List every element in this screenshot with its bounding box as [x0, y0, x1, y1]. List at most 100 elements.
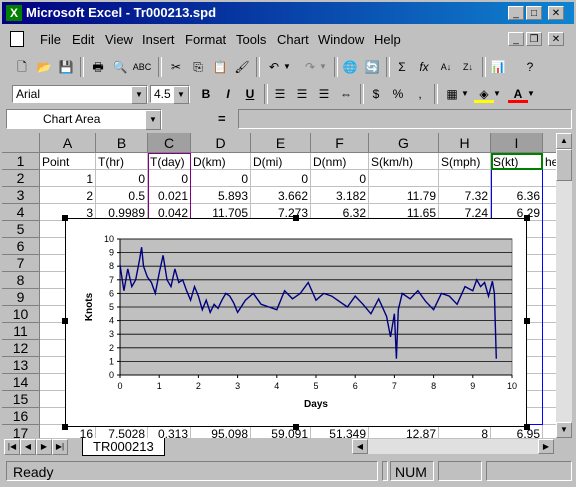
- row-header[interactable]: 3: [2, 187, 40, 204]
- embedded-chart[interactable]: 0 1 2 3 4 5 6 7 8 9 10 0 1 2 3 4 5 6 7 8 9 10 Days Knots: [65, 218, 527, 427]
- undo-dropdown-icon[interactable]: ▼: [282, 57, 292, 77]
- cell[interactable]: [491, 170, 543, 187]
- formula-input[interactable]: [238, 109, 572, 129]
- cell[interactable]: 63: [543, 289, 556, 306]
- cell[interactable]: 6.36: [491, 187, 543, 204]
- print-preview-icon[interactable]: 🔍: [110, 57, 130, 77]
- document-icon[interactable]: [10, 31, 24, 47]
- cell[interactable]: 3.182: [311, 187, 369, 204]
- cell[interactable]: 64: [543, 391, 556, 408]
- row-header[interactable]: 13: [2, 357, 40, 374]
- resize-handle[interactable]: [62, 424, 68, 430]
- cell[interactable]: 63: [543, 425, 556, 438]
- open-icon[interactable]: 📂: [34, 57, 54, 77]
- scroll-left-icon[interactable]: ◀: [352, 439, 368, 454]
- row-header[interactable]: 15: [2, 391, 40, 408]
- align-center-icon[interactable]: ☰: [292, 84, 312, 104]
- cell[interactable]: 62: [543, 204, 556, 221]
- formula-equals-button[interactable]: =: [218, 111, 226, 126]
- cell[interactable]: 57: [543, 221, 556, 238]
- menu-file[interactable]: File: [40, 32, 61, 47]
- menu-format[interactable]: Format: [185, 32, 226, 47]
- menu-tools[interactable]: Tools: [236, 32, 266, 47]
- horizontal-scrollbar[interactable]: ◀ ▶: [352, 439, 554, 454]
- cell[interactable]: T(hr): [96, 153, 148, 170]
- cell[interactable]: 0.021: [148, 187, 191, 204]
- cell[interactable]: head(de: [543, 153, 556, 170]
- undo-icon[interactable]: ↶: [264, 57, 284, 77]
- bold-button[interactable]: B: [196, 84, 216, 104]
- column-header-c[interactable]: C: [148, 133, 191, 153]
- copy-icon[interactable]: ⎘: [188, 57, 208, 77]
- new-icon[interactable]: 🗋: [12, 57, 32, 77]
- cell[interactable]: 66: [543, 374, 556, 391]
- last-sheet-icon[interactable]: ▶|: [52, 439, 68, 455]
- column-header-a[interactable]: A: [40, 133, 96, 153]
- cell[interactable]: 11.79: [369, 187, 439, 204]
- cell[interactable]: S(kt): [491, 153, 543, 170]
- web-toolbar-icon[interactable]: 🔄: [362, 57, 382, 77]
- chevron-down-icon[interactable]: ▼: [173, 86, 189, 104]
- font-color-dropdown-icon[interactable]: ▼: [526, 84, 536, 104]
- chart-wizard-icon[interactable]: 📊: [488, 57, 508, 77]
- menu-chart[interactable]: Chart: [277, 32, 309, 47]
- currency-icon[interactable]: $: [366, 84, 386, 104]
- resize-handle[interactable]: [293, 424, 299, 430]
- cell[interactable]: 0: [311, 170, 369, 187]
- row-header[interactable]: 16: [2, 408, 40, 425]
- column-header-i[interactable]: I: [491, 133, 543, 153]
- scroll-right-icon[interactable]: ▶: [538, 439, 554, 454]
- minimize-button[interactable]: _: [508, 6, 524, 20]
- cell[interactable]: 0: [191, 170, 251, 187]
- cell[interactable]: 0: [148, 170, 191, 187]
- cell[interactable]: 5.893: [191, 187, 251, 204]
- resize-handle[interactable]: [524, 424, 530, 430]
- scroll-up-icon[interactable]: ▲: [556, 133, 572, 149]
- sort-ascending-icon[interactable]: A↓: [436, 57, 456, 77]
- menu-insert[interactable]: Insert: [142, 32, 175, 47]
- print-icon[interactable]: 🖶: [88, 57, 108, 77]
- row-header[interactable]: 7: [2, 255, 40, 272]
- first-sheet-icon[interactable]: |◀: [4, 439, 20, 455]
- row-header[interactable]: 1: [2, 153, 40, 170]
- row-header[interactable]: 14: [2, 374, 40, 391]
- cell[interactable]: 62: [543, 408, 556, 425]
- cell[interactable]: S(mph): [439, 153, 491, 170]
- redo-dropdown-icon[interactable]: ▼: [318, 57, 328, 77]
- doc-close-button[interactable]: ✕: [548, 32, 564, 46]
- cell[interactable]: D(nm): [311, 153, 369, 170]
- cell[interactable]: T(day): [148, 153, 191, 170]
- scroll-thumb[interactable]: [556, 149, 572, 181]
- chevron-down-icon[interactable]: ▼: [131, 86, 147, 104]
- cell[interactable]: [543, 238, 556, 255]
- column-header-b[interactable]: B: [96, 133, 148, 153]
- chevron-down-icon[interactable]: ▼: [145, 110, 161, 130]
- font-size-select[interactable]: 4.5 ▼: [150, 85, 190, 104]
- font-select[interactable]: Arial ▼: [12, 85, 148, 104]
- resize-handle[interactable]: [524, 318, 530, 324]
- doc-restore-button[interactable]: ❐: [526, 32, 542, 46]
- maximize-button[interactable]: □: [526, 6, 542, 20]
- cell[interactable]: [543, 357, 556, 374]
- format-painter-icon[interactable]: 🖌: [232, 57, 252, 77]
- underline-button[interactable]: U: [240, 84, 260, 104]
- office-assistant-icon[interactable]: ?: [520, 57, 540, 77]
- vertical-scrollbar[interactable]: ▲ ▼: [556, 133, 572, 438]
- font-color-icon[interactable]: A: [508, 84, 528, 103]
- merge-center-icon[interactable]: ⇔: [336, 84, 356, 104]
- hyperlink-icon[interactable]: 🌐: [340, 57, 360, 77]
- doc-minimize-button[interactable]: _: [508, 32, 524, 46]
- cell[interactable]: 66: [543, 340, 556, 357]
- cell[interactable]: 1: [40, 170, 96, 187]
- cell[interactable]: [369, 170, 439, 187]
- cell[interactable]: 62: [543, 306, 556, 323]
- select-all-corner[interactable]: [2, 133, 40, 153]
- paste-icon[interactable]: 📋: [210, 57, 230, 77]
- prev-sheet-icon[interactable]: ◀: [20, 439, 36, 455]
- cell[interactable]: D(km): [191, 153, 251, 170]
- row-header[interactable]: 8: [2, 272, 40, 289]
- row-header[interactable]: 17: [2, 425, 40, 438]
- cell[interactable]: 7.32: [439, 187, 491, 204]
- column-header-f[interactable]: F: [311, 133, 369, 153]
- percent-icon[interactable]: %: [388, 84, 408, 104]
